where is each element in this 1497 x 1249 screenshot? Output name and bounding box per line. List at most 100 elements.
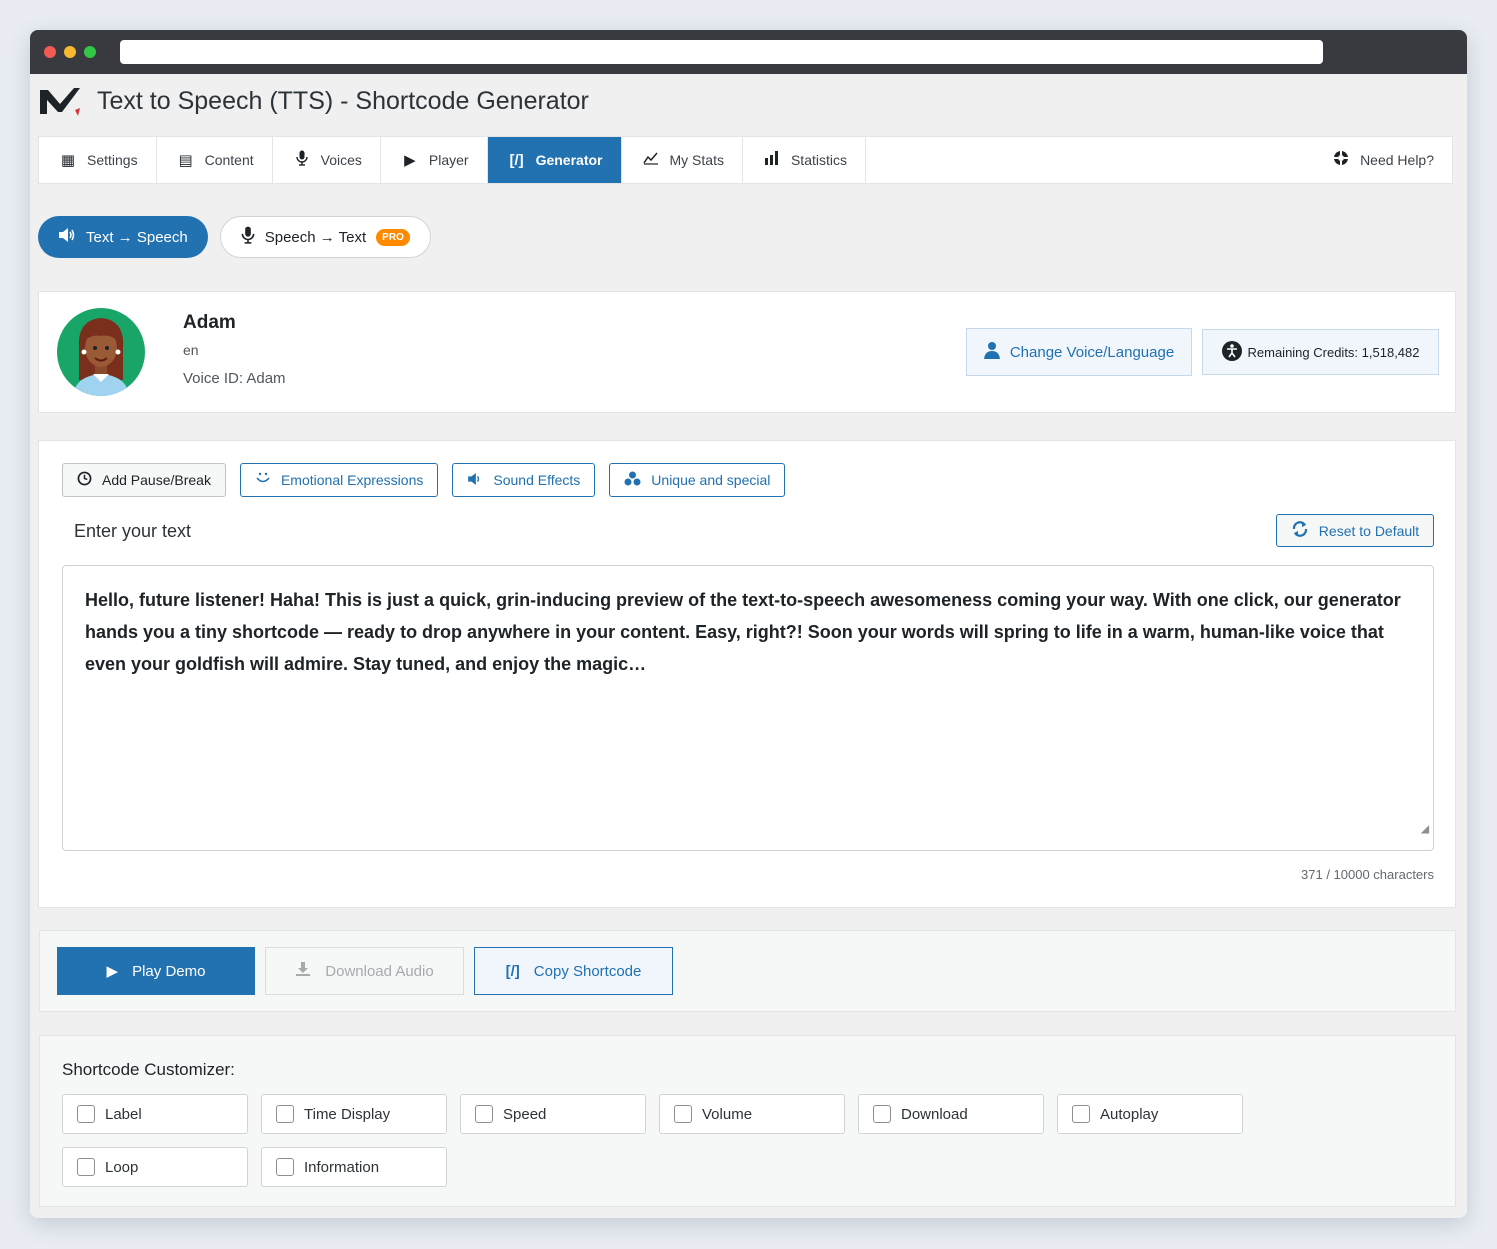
speaker-icon: [467, 472, 483, 488]
option-loop[interactable]: Loop: [62, 1147, 248, 1187]
play-label: Play Demo: [132, 962, 206, 980]
tab-settings[interactable]: ▦ Settings: [39, 137, 157, 183]
add-pause-button[interactable]: Add Pause/Break: [62, 463, 226, 497]
pro-badge: PRO: [376, 228, 410, 246]
page-title: Text to Speech (TTS) - Shortcode Generat…: [97, 87, 589, 115]
text-input-value: Hello, future listener! Haha! This is ju…: [85, 590, 1401, 674]
settings-grid-icon: ▦: [60, 152, 76, 169]
microphone-icon: [293, 150, 311, 170]
option-label[interactable]: Label: [62, 1094, 248, 1134]
tab-voices[interactable]: Voices: [273, 137, 381, 183]
voice-id: Voice ID: Adam: [183, 370, 286, 387]
help-label: Need Help?: [1360, 152, 1434, 168]
option-text: Information: [304, 1158, 380, 1176]
speaker-icon: [58, 228, 76, 246]
option-volume[interactable]: Volume: [659, 1094, 845, 1134]
remaining-credits-badge: Remaining Credits: 1,518,482: [1202, 329, 1439, 375]
credits-label: Remaining Credits: 1,518,482: [1247, 344, 1420, 360]
option-text: Volume: [702, 1105, 753, 1123]
maximize-window-dot[interactable]: [84, 46, 96, 58]
tab-content[interactable]: ▤ Content: [157, 137, 273, 183]
tab-generator[interactable]: [/] Generator: [487, 137, 622, 183]
close-window-dot[interactable]: [44, 46, 56, 58]
clock-icon: [77, 471, 92, 489]
tab-my-stats[interactable]: My Stats: [622, 137, 743, 183]
emotional-expressions-button[interactable]: Emotional Expressions: [239, 463, 439, 497]
play-demo-button[interactable]: ▶ Play Demo: [57, 947, 255, 995]
bar-chart-icon: [763, 151, 781, 169]
enter-text-label: Enter your text: [74, 521, 192, 541]
main-tabs: ▦ Settings ▤ Content Voices ▶ Player [/]…: [38, 136, 1453, 184]
sound-effects-button[interactable]: Sound Effects: [452, 463, 596, 497]
mode-label: Text → Speech: [86, 228, 188, 246]
option-text: Autoplay: [1100, 1105, 1159, 1123]
shortcode-customizer: Shortcode Customizer: Label Time Display…: [39, 1035, 1456, 1207]
option-text: Speed: [503, 1105, 547, 1123]
minimize-window-dot[interactable]: [64, 46, 76, 58]
tool-label: Sound Effects: [493, 472, 581, 488]
character-count: 371 / 10000 characters: [1301, 867, 1434, 882]
tab-label: Settings: [87, 152, 138, 168]
shortcode-icon: [/]: [505, 962, 520, 980]
customizer-title: Shortcode Customizer:: [62, 1060, 235, 1079]
line-chart-icon: [642, 151, 660, 169]
option-text: Label: [105, 1105, 142, 1123]
checkbox[interactable]: [77, 1158, 95, 1176]
user-icon: [983, 341, 1000, 363]
text-to-speech-mode-button[interactable]: Text → Speech: [38, 216, 208, 258]
tab-label: Statistics: [790, 152, 847, 168]
checkbox[interactable]: [276, 1105, 294, 1123]
resize-handle-icon[interactable]: ◢: [1421, 814, 1429, 846]
tab-label: My Stats: [669, 152, 724, 168]
checkbox[interactable]: [1072, 1105, 1090, 1123]
download-label: Download Audio: [325, 962, 434, 980]
voice-name: Adam: [183, 312, 236, 333]
avatar: [57, 308, 145, 396]
app-header: Text to Speech (TTS) - Shortcode Generat…: [30, 74, 1467, 136]
voice-language: en: [183, 342, 199, 358]
speech-to-text-mode-button[interactable]: Speech → Text PRO: [219, 216, 431, 258]
option-download[interactable]: Download: [858, 1094, 1044, 1134]
option-text: Loop: [105, 1158, 139, 1176]
need-help-link[interactable]: Need Help?: [1312, 137, 1452, 183]
refresh-icon: [1291, 521, 1309, 540]
reset-to-default-button[interactable]: Reset to Default: [1276, 514, 1434, 547]
tab-player[interactable]: ▶ Player: [381, 137, 488, 183]
tab-statistics[interactable]: Statistics: [743, 137, 866, 183]
text-input[interactable]: Hello, future listener! Haha! This is ju…: [62, 565, 1434, 851]
tab-label: Generator: [535, 152, 603, 168]
unique-special-button[interactable]: Unique and special: [609, 463, 786, 497]
checkbox[interactable]: [475, 1105, 493, 1123]
customizer-options: Label Time Display Speed Volume Download…: [62, 1094, 1435, 1187]
change-voice-button[interactable]: Change Voice/Language: [966, 328, 1192, 376]
copy-shortcode-button[interactable]: [/] Copy Shortcode: [474, 947, 673, 995]
option-time-display[interactable]: Time Display: [261, 1094, 447, 1134]
mode-switch: Text → Speech Speech → Text PRO: [38, 216, 431, 258]
checkbox[interactable]: [873, 1105, 891, 1123]
actions-bar: ▶ Play Demo Download Audio [/] Copy Shor…: [39, 930, 1456, 1012]
option-text: Download: [901, 1105, 968, 1123]
tab-label: Voices: [320, 152, 362, 168]
reset-label: Reset to Default: [1318, 522, 1420, 539]
play-icon: ▶: [106, 963, 119, 980]
microphone-icon: [241, 226, 255, 248]
tool-label: Emotional Expressions: [280, 472, 424, 488]
checkbox[interactable]: [674, 1105, 692, 1123]
option-speed[interactable]: Speed: [460, 1094, 646, 1134]
checkbox[interactable]: [276, 1158, 294, 1176]
option-text: Time Display: [304, 1105, 391, 1123]
address-bar[interactable]: [120, 40, 1323, 64]
option-autoplay[interactable]: Autoplay: [1057, 1094, 1243, 1134]
browser-titlebar: [30, 30, 1467, 74]
download-audio-button[interactable]: Download Audio: [265, 947, 464, 995]
checkbox[interactable]: [77, 1105, 95, 1123]
download-icon: [295, 961, 311, 981]
lifebuoy-icon: [1332, 150, 1350, 170]
editor-toolbar: Add Pause/Break Emotional Expressions So…: [62, 463, 786, 497]
option-information[interactable]: Information: [261, 1147, 447, 1187]
tool-label: Add Pause/Break: [102, 472, 211, 488]
smile-icon: [255, 472, 271, 489]
copy-label: Copy Shortcode: [533, 962, 642, 980]
text-editor-card: Add Pause/Break Emotional Expressions So…: [38, 440, 1456, 908]
tool-label: Unique and special: [651, 472, 771, 488]
